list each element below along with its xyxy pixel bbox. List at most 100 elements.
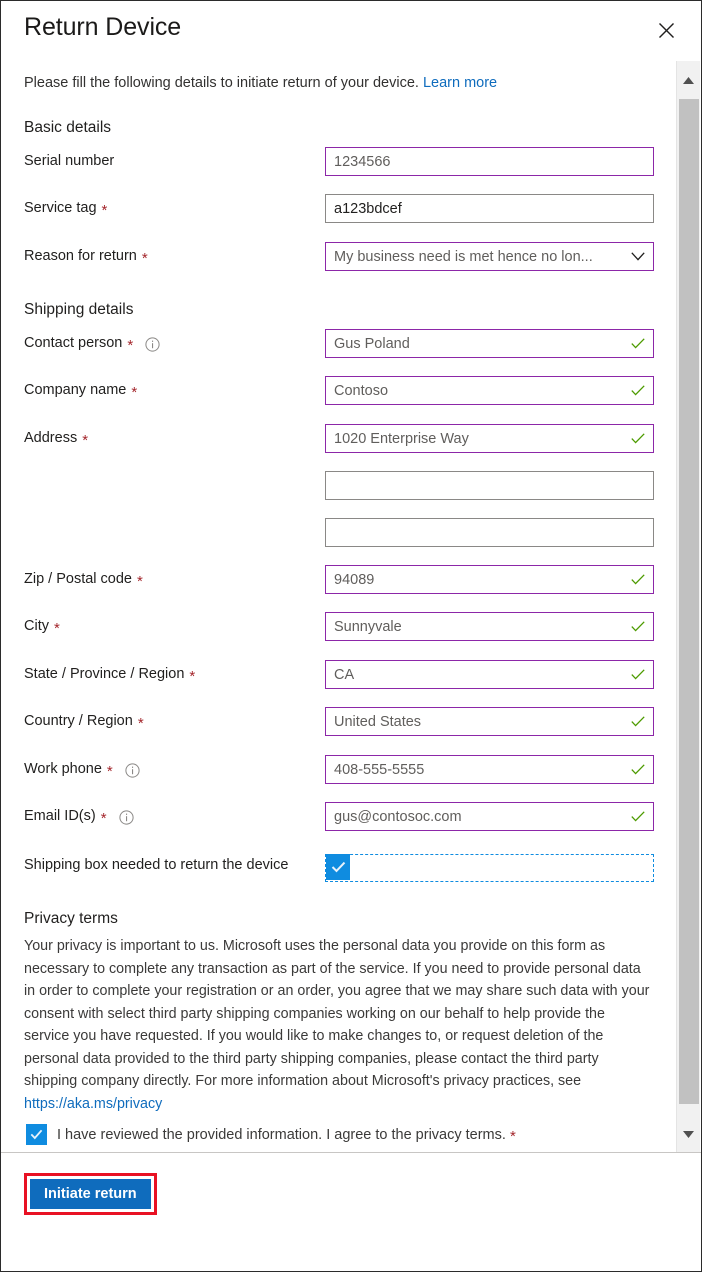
return-device-dialog: Return Device Please fill the following …	[0, 0, 702, 1272]
field-value: 1020 Enterprise Way	[334, 430, 469, 447]
privacy-paragraph: Your privacy is important to us. Microso…	[24, 938, 650, 1089]
field-label-text: Contact person	[24, 335, 123, 351]
field-label-text: Work phone	[24, 761, 102, 777]
field-label-text: Address	[24, 430, 78, 446]
checkmark-icon	[30, 1129, 43, 1140]
label-zip-postal-code: Zip / Postal code *	[24, 571, 143, 589]
required-asterisk: *	[53, 619, 60, 637]
dropdown-reason-for-return[interactable]: My business need is met hence no lon...	[325, 242, 654, 271]
dialog-header: Return Device	[1, 1, 701, 61]
required-asterisk: *	[101, 201, 108, 219]
dialog-footer: Initiate return	[1, 1152, 701, 1271]
page-title: Return Device	[24, 13, 182, 41]
intro-text: Please fill the following details to ini…	[24, 75, 497, 91]
field-label-text: Country / Region	[24, 713, 133, 729]
checkmark-glyph	[631, 764, 645, 775]
field-value: Contoso	[334, 382, 389, 399]
privacy-agreement-row: I have reviewed the provided information…	[26, 1124, 516, 1145]
checkmark-glyph	[631, 669, 645, 680]
field-value: Sunnyvale	[334, 618, 402, 635]
valid-check-icon	[631, 433, 645, 444]
field-value: gus@contosoc.com	[334, 808, 462, 825]
input-email-id-s[interactable]: gus@contosoc.com	[325, 802, 654, 831]
shipping-box-checkbox[interactable]	[326, 854, 350, 880]
shipping-details-heading: Shipping details	[24, 301, 134, 318]
input-contact-person[interactable]: Gus Poland	[325, 329, 654, 358]
label-contact-person: Contact person *	[24, 335, 160, 353]
field-value: United States	[334, 713, 422, 730]
input-address-line[interactable]	[325, 471, 654, 500]
input-address[interactable]: 1020 Enterprise Way	[325, 424, 654, 453]
checkmark-glyph	[631, 811, 645, 822]
info-glyph	[145, 336, 160, 352]
field-value: 94089	[334, 571, 375, 588]
field-label-text: Zip / Postal code	[24, 571, 132, 587]
input-address-line[interactable]	[325, 518, 654, 547]
input-work-phone[interactable]: 408-555-5555	[325, 755, 654, 784]
info-icon[interactable]	[118, 809, 134, 825]
valid-check-icon	[631, 764, 645, 775]
privacy-agreement-label: I have reviewed the provided information…	[57, 1126, 516, 1144]
chevron-down-icon[interactable]	[631, 252, 645, 261]
info-icon[interactable]	[125, 762, 140, 778]
scroll-up-icon[interactable]	[677, 69, 700, 92]
close-icon[interactable]	[651, 15, 681, 45]
scrollbar-thumb[interactable]	[679, 99, 699, 1104]
field-label-text: State / Province / Region	[24, 666, 185, 682]
label-work-phone: Work phone *	[24, 761, 140, 779]
label-state-province-region: State / Province / Region *	[24, 666, 196, 685]
dialog-body: Please fill the following details to ini…	[1, 61, 701, 1154]
input-city[interactable]: Sunnyvale	[325, 612, 654, 641]
scroll-down-icon[interactable]	[677, 1123, 700, 1146]
checkmark-glyph	[631, 433, 645, 444]
privacy-agreement-checkbox[interactable]	[26, 1124, 47, 1145]
input-service-tag[interactable]: a123bdcef	[325, 194, 654, 223]
chevron-up-glyph	[683, 77, 694, 84]
label-email-id-s: Email ID(s) *	[24, 808, 134, 827]
field-label-text: Company name	[24, 382, 127, 398]
vertical-scrollbar[interactable]	[676, 61, 700, 1154]
input-zip-postal-code[interactable]: 94089	[325, 565, 654, 594]
info-glyph	[118, 809, 134, 825]
field-label-text: Email ID(s)	[24, 808, 96, 824]
shipping-box-label: Shipping box needed to return the device	[24, 857, 289, 873]
chevron-down-glyph	[683, 1131, 694, 1138]
field-label-text: Serial number	[24, 153, 115, 169]
valid-check-icon	[631, 574, 645, 585]
required-asterisk: *	[189, 667, 196, 685]
initiate-return-highlight: Initiate return	[24, 1173, 157, 1215]
field-value: Gus Poland	[334, 335, 410, 352]
label-service-tag: Service tag *	[24, 200, 108, 219]
checkmark-glyph	[631, 338, 645, 349]
checkmark-glyph	[631, 621, 645, 632]
close-glyph	[658, 22, 674, 38]
input-company-name[interactable]: Contoso	[325, 376, 654, 405]
field-value: My business need is met hence no lon...	[334, 248, 593, 265]
valid-check-icon	[631, 811, 645, 822]
checkmark-glyph	[631, 574, 645, 585]
initiate-return-button[interactable]: Initiate return	[30, 1179, 151, 1209]
privacy-policy-link[interactable]: https://aka.ms/privacy	[24, 1096, 162, 1112]
label-company-name: Company name *	[24, 382, 137, 400]
field-label-text: Service tag	[24, 200, 97, 216]
input-state-province-region[interactable]: CA	[325, 660, 654, 689]
shipping-box-focus-ring	[325, 854, 654, 882]
info-icon[interactable]	[145, 336, 160, 352]
input-country-region[interactable]: United States	[325, 707, 654, 736]
required-asterisk: *	[82, 431, 89, 449]
required-asterisk: *	[137, 714, 144, 732]
basic-details-heading: Basic details	[24, 119, 112, 136]
input-serial-number[interactable]: 1234566	[325, 147, 654, 176]
required-asterisk: *	[141, 249, 148, 267]
label-reason-for-return: Reason for return *	[24, 248, 148, 267]
chevron-down-glyph	[631, 252, 645, 261]
field-value: 1234566	[334, 153, 391, 170]
required-asterisk: *	[100, 809, 107, 827]
privacy-terms-body: Your privacy is important to us. Microso…	[24, 935, 654, 1115]
valid-check-icon	[631, 338, 645, 349]
privacy-terms-heading: Privacy terms	[24, 910, 118, 927]
privacy-agreement-text: I have reviewed the provided information…	[57, 1126, 506, 1143]
info-glyph	[125, 762, 140, 778]
intro-sentence: Please fill the following details to ini…	[24, 75, 419, 91]
learn-more-link[interactable]: Learn more	[423, 75, 497, 91]
